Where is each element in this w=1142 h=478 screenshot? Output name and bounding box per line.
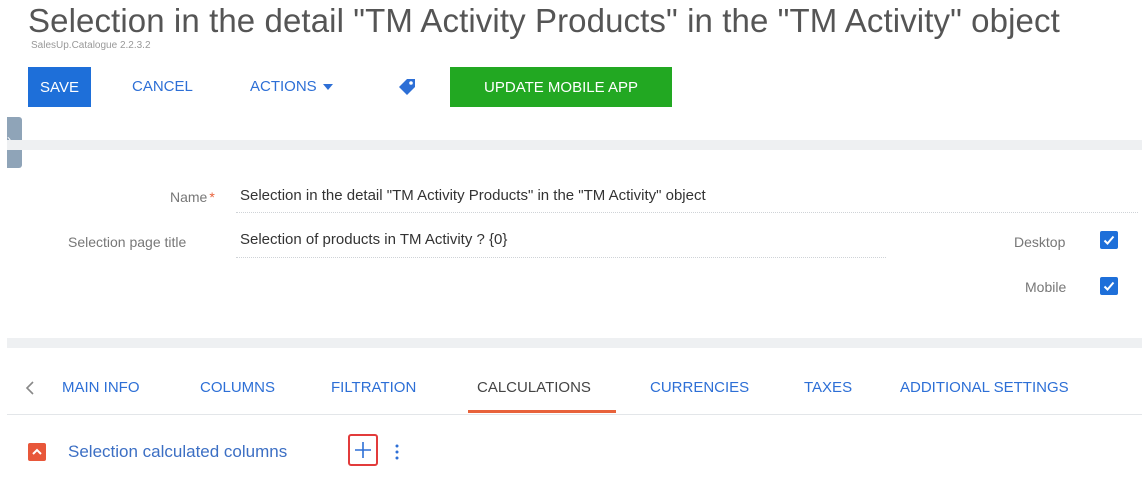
actions-dropdown[interactable]: ACTIONS (250, 78, 333, 95)
tab-columns[interactable]: COLUMNS (200, 379, 275, 396)
cancel-button[interactable]: CANCEL (132, 78, 193, 95)
name-field[interactable]: Selection in the detail "TM Activity Pro… (240, 187, 706, 204)
checkmark-icon (1103, 235, 1115, 245)
checkmark-icon (1103, 281, 1115, 291)
collapse-icon[interactable] (28, 443, 46, 461)
active-tab-indicator (468, 410, 616, 413)
mobile-checkbox[interactable] (1100, 277, 1118, 295)
section-divider (7, 140, 1142, 150)
name-label-text: Name (170, 189, 208, 205)
tag-icon[interactable] (398, 78, 416, 96)
tab-additional-settings[interactable]: ADDITIONAL SETTINGS (900, 379, 1069, 396)
mobile-label: Mobile (1025, 279, 1067, 295)
tab-calculations[interactable]: CALCULATIONS (477, 379, 591, 396)
page-title-field-underline (236, 257, 886, 258)
name-field-underline (236, 212, 1138, 213)
detail-title[interactable]: Selection calculated columns (68, 442, 287, 462)
tab-main-info[interactable]: MAIN INFO (62, 379, 140, 396)
name-label: Name * (170, 189, 215, 205)
tab-taxes[interactable]: TAXES (804, 379, 852, 396)
actions-label: ACTIONS (250, 78, 317, 95)
add-button[interactable] (348, 434, 378, 466)
desktop-label: Desktop (1014, 234, 1066, 250)
update-mobile-app-button[interactable]: UPDATE MOBILE APP (450, 67, 672, 107)
section-divider-2 (7, 338, 1142, 348)
tab-bar: MAIN INFO COLUMNS FILTRATION CALCULATION… (0, 372, 1142, 416)
required-marker: * (209, 189, 215, 205)
plus-icon (355, 442, 371, 458)
package-version: SalesUp.Catalogue 2.2.3.2 (31, 40, 151, 51)
page-title-label: Selection page title (68, 234, 187, 250)
tab-currencies[interactable]: CURRENCIES (650, 379, 749, 396)
tabs-divider (7, 414, 1142, 415)
tab-filtration[interactable]: FILTRATION (331, 379, 416, 396)
more-options-icon[interactable] (394, 442, 400, 462)
page-title: Selection in the detail "TM Activity Pro… (28, 2, 1060, 39)
desktop-checkbox[interactable] (1100, 231, 1118, 249)
save-button[interactable]: SAVE (28, 67, 91, 107)
page-title-field[interactable]: Selection of products in TM Activity ? {… (240, 231, 507, 248)
caret-down-icon (322, 84, 333, 91)
